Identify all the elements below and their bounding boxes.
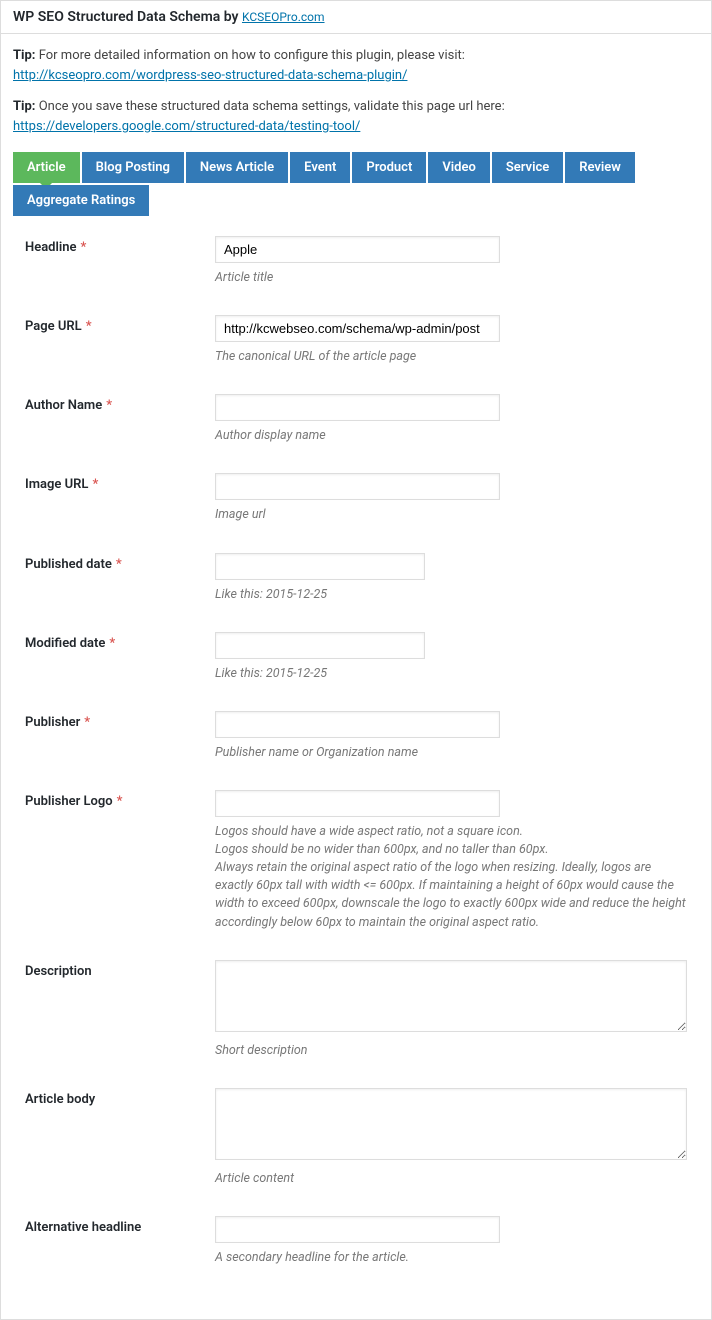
hint-published-date: Like this: 2015-12-25	[215, 586, 687, 604]
panel-body: Tip: For more detailed information on ho…	[1, 34, 711, 1319]
tip-2: Tip: Once you save these structured data…	[13, 97, 699, 136]
tip-2-text: Once you save these structured data sche…	[35, 99, 504, 114]
tab-video[interactable]: Video	[428, 152, 490, 183]
input-published-date[interactable]	[215, 553, 425, 580]
required-mark: *	[116, 557, 122, 572]
tip-1-link[interactable]: http://kcseopro.com/wordpress-seo-struct…	[13, 68, 407, 83]
hint-publisher: Publisher name or Organization name	[215, 744, 687, 762]
hint-image-url: Image url	[215, 506, 687, 524]
label-publisher: Publisher*	[25, 711, 215, 730]
label-alt-headline: Alternative headline	[25, 1216, 215, 1235]
label-publisher-logo: Publisher Logo*	[25, 790, 215, 809]
row-headline: Headline* Article title	[25, 236, 687, 287]
label-modified-date: Modified date*	[25, 632, 215, 651]
hint-description: Short description	[215, 1042, 687, 1060]
required-mark: *	[84, 715, 90, 730]
row-description: Description Short description	[25, 960, 687, 1060]
label-article-body: Article body	[25, 1088, 215, 1107]
tip-2-link[interactable]: https://developers.google.com/structured…	[13, 119, 360, 134]
tab-aggregate-ratings[interactable]: Aggregate Ratings	[13, 185, 149, 216]
hint-article-body: Article content	[215, 1170, 687, 1188]
tip-2-label: Tip:	[13, 99, 35, 114]
tab-news-article[interactable]: News Article	[186, 152, 288, 183]
input-headline[interactable]	[215, 236, 500, 263]
hint-modified-date: Like this: 2015-12-25	[215, 665, 687, 683]
required-mark: *	[81, 240, 87, 255]
schema-panel: WP SEO Structured Data Schema by KCSEOPr…	[0, 0, 712, 1320]
tab-product[interactable]: Product	[352, 152, 426, 183]
tip-1-text: For more detailed information on how to …	[35, 48, 464, 63]
required-mark: *	[92, 477, 98, 492]
hint-author-name: Author display name	[215, 427, 687, 445]
row-page-url: Page URL* The canonical URL of the artic…	[25, 315, 687, 366]
hint-page-url: The canonical URL of the article page	[215, 348, 687, 366]
tip-1-label: Tip:	[13, 48, 35, 63]
tab-event[interactable]: Event	[290, 152, 350, 183]
tab-blog-posting[interactable]: Blog Posting	[82, 152, 184, 183]
input-alt-headline[interactable]	[215, 1216, 500, 1243]
row-author-name: Author Name* Author display name	[25, 394, 687, 445]
label-image-url: Image URL*	[25, 473, 215, 492]
tip-1: Tip: For more detailed information on ho…	[13, 46, 699, 85]
row-publisher-logo: Publisher Logo* Logos should have a wide…	[25, 790, 687, 932]
tab-service[interactable]: Service	[492, 152, 563, 183]
tab-article[interactable]: Article	[13, 152, 80, 183]
label-page-url: Page URL*	[25, 315, 215, 334]
hint-publisher-logo: Logos should have a wide aspect ratio, n…	[215, 823, 687, 932]
hint-headline: Article title	[215, 269, 687, 287]
row-published-date: Published date* Like this: 2015-12-25	[25, 553, 687, 604]
required-mark: *	[86, 319, 92, 334]
label-description: Description	[25, 960, 215, 979]
form-article: Headline* Article title Page URL* The ca…	[13, 216, 699, 1307]
input-page-url[interactable]	[215, 315, 500, 342]
input-author-name[interactable]	[215, 394, 500, 421]
input-publisher-logo[interactable]	[215, 790, 500, 817]
row-image-url: Image URL* Image url	[25, 473, 687, 524]
required-mark: *	[106, 398, 112, 413]
panel-title-prefix: WP SEO Structured Data Schema by	[13, 9, 242, 25]
input-publisher[interactable]	[215, 711, 500, 738]
input-modified-date[interactable]	[215, 632, 425, 659]
tab-review[interactable]: Review	[565, 152, 635, 183]
label-published-date: Published date*	[25, 553, 215, 572]
row-article-body: Article body Article content	[25, 1088, 687, 1188]
row-modified-date: Modified date* Like this: 2015-12-25	[25, 632, 687, 683]
panel-title-link[interactable]: KCSEOPro.com	[242, 10, 325, 24]
panel-title: WP SEO Structured Data Schema by KCSEOPr…	[1, 1, 711, 34]
hint-alt-headline: A secondary headline for the article.	[215, 1249, 687, 1267]
input-image-url[interactable]	[215, 473, 500, 500]
row-alt-headline: Alternative headline A secondary headlin…	[25, 1216, 687, 1267]
required-mark: *	[109, 636, 115, 651]
label-author-name: Author Name*	[25, 394, 215, 413]
required-mark: *	[117, 794, 123, 809]
textarea-description[interactable]	[215, 960, 687, 1032]
row-publisher: Publisher* Publisher name or Organizatio…	[25, 711, 687, 762]
label-headline: Headline*	[25, 236, 215, 255]
tabs: Article Blog Posting News Article Event …	[13, 152, 699, 216]
textarea-article-body[interactable]	[215, 1088, 687, 1160]
